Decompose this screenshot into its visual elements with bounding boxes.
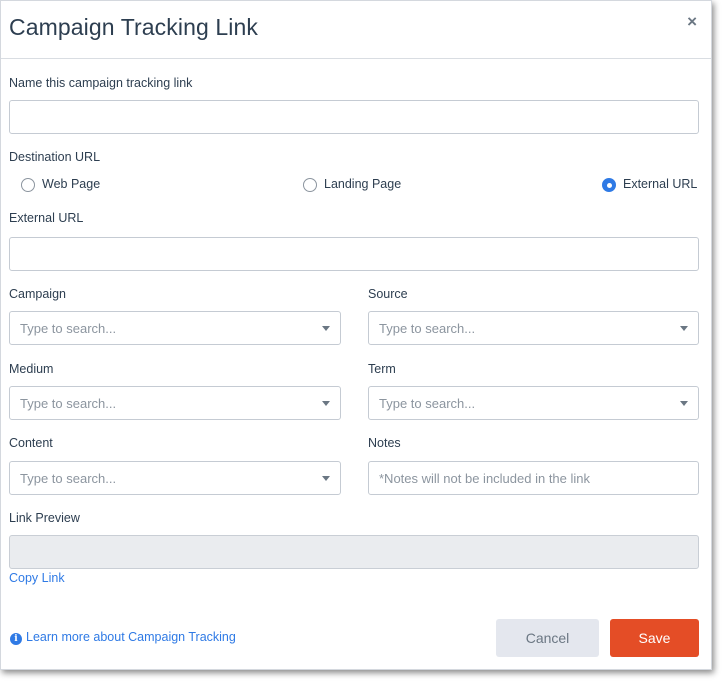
close-icon[interactable]: × [687, 13, 697, 30]
campaign-select[interactable]: Type to search... [9, 311, 341, 345]
link-preview-field [9, 535, 699, 569]
caret-down-icon[interactable] [322, 326, 330, 331]
radio-landing-page[interactable]: Landing Page [303, 176, 401, 192]
caret-down-icon[interactable] [322, 476, 330, 481]
radio-icon[interactable] [21, 178, 35, 192]
radio-web-page[interactable]: Web Page [21, 176, 100, 192]
cancel-button[interactable]: Cancel [496, 619, 599, 657]
radio-external-url[interactable]: External URL [602, 176, 697, 192]
medium-select[interactable]: Type to search... [9, 386, 341, 420]
source-select[interactable]: Type to search... [368, 311, 699, 345]
caret-down-icon[interactable] [680, 326, 688, 331]
source-placeholder: Type to search... [379, 321, 476, 336]
campaign-tracking-dialog: Campaign Tracking Link × Name this campa… [0, 0, 712, 670]
notes-input[interactable] [369, 462, 698, 494]
link-preview-input [10, 536, 698, 568]
caret-down-icon[interactable] [680, 401, 688, 406]
external-url-field[interactable] [9, 237, 699, 271]
radio-landing-page-label: Landing Page [324, 177, 402, 191]
content-label: Content [9, 436, 53, 450]
learn-more-link[interactable]: i Learn more about Campaign Tracking [10, 630, 236, 645]
dialog-title: Campaign Tracking Link [9, 14, 258, 40]
info-icon: i [10, 633, 22, 645]
campaign-placeholder: Type to search... [20, 321, 117, 336]
radio-icon[interactable] [602, 178, 616, 192]
campaign-label: Campaign [9, 287, 66, 301]
destination-url-label: Destination URL [9, 150, 101, 164]
name-field[interactable] [9, 100, 699, 134]
notes-field[interactable] [368, 461, 699, 495]
caret-down-icon[interactable] [322, 401, 330, 406]
medium-placeholder: Type to search... [20, 396, 117, 411]
source-label: Source [368, 287, 408, 301]
term-placeholder: Type to search... [379, 396, 476, 411]
learn-more-label[interactable]: Learn more about Campaign Tracking [26, 630, 236, 644]
copy-link[interactable]: Copy Link [9, 571, 65, 585]
link-preview-label: Link Preview [9, 511, 80, 525]
save-button[interactable]: Save [610, 619, 699, 657]
term-label: Term [368, 362, 396, 376]
radio-web-page-label: Web Page [42, 177, 101, 191]
medium-label: Medium [9, 362, 54, 376]
content-select[interactable]: Type to search... [9, 461, 341, 495]
external-url-label: External URL [9, 211, 84, 225]
term-select[interactable]: Type to search... [368, 386, 699, 420]
external-url-input[interactable] [10, 238, 698, 270]
name-input[interactable] [10, 101, 698, 133]
notes-label: Notes [368, 436, 401, 450]
dialog-header: Campaign Tracking Link × [1, 1, 711, 59]
content-placeholder: Type to search... [20, 471, 117, 486]
radio-icon[interactable] [303, 178, 317, 192]
name-label: Name this campaign tracking link [9, 76, 193, 90]
radio-external-url-label: External URL [623, 177, 698, 191]
